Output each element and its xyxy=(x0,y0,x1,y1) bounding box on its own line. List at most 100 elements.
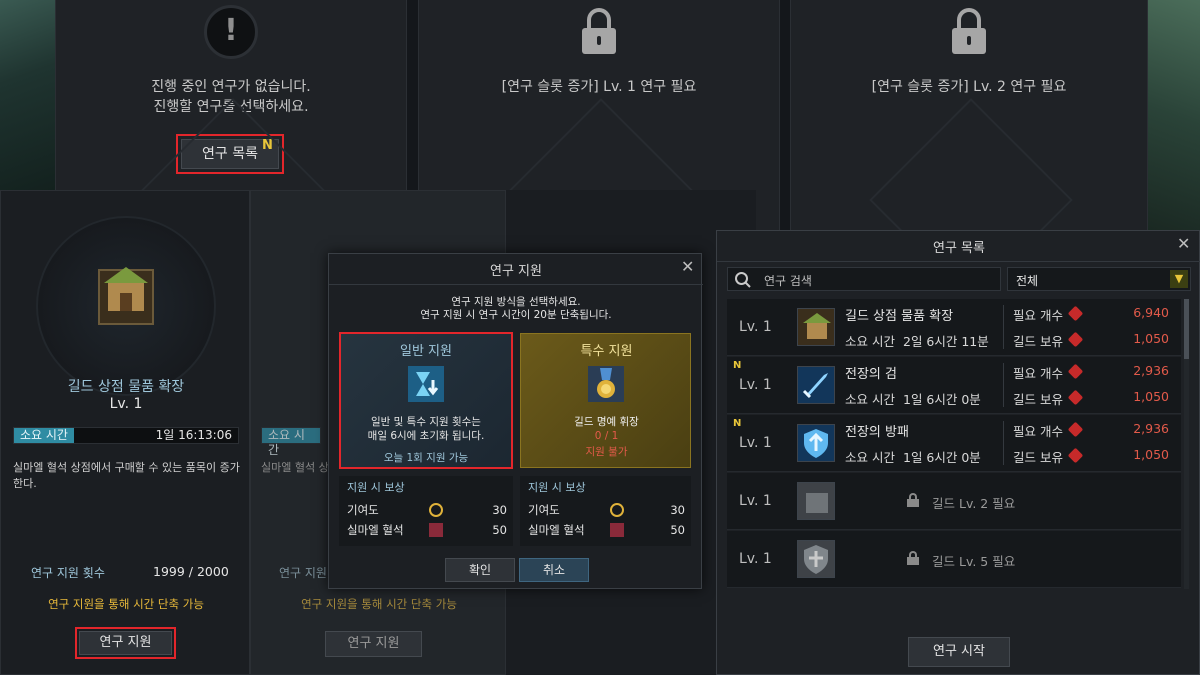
row-separator xyxy=(1003,363,1004,407)
special-support-status: 지원 불가 xyxy=(585,446,628,458)
research-list-button-highlight: 연구 목록 N xyxy=(176,134,284,174)
ghost-time-label: 소요 시간 xyxy=(262,428,320,457)
bloodstone-icon xyxy=(1067,363,1084,380)
ghost-support-button-label: 연구 지원 xyxy=(347,636,400,651)
list-title: 연구 목록 xyxy=(933,241,985,256)
lock-icon xyxy=(907,551,919,565)
special-support-option[interactable]: 특수 지원 길드 명예 휘장 0 / 1 지원 불가 xyxy=(520,333,691,468)
close-icon[interactable]: ✕ xyxy=(1177,234,1190,253)
research-row[interactable]: Lv. 1 길드 상점 물품 확장 소요 시간 2일 6시간 11분 필요 개수… xyxy=(727,299,1181,356)
reward-header: 지원 시 보상 xyxy=(528,481,586,494)
search-placeholder: 연구 검색 xyxy=(764,274,812,288)
shield-cross-icon xyxy=(797,540,835,578)
own-value: 1,050 xyxy=(1133,447,1169,462)
support-count-label: 연구 지원 횟수 xyxy=(31,566,105,580)
row-level: Lv. 1 xyxy=(739,551,772,567)
special-support-item: 길드 명예 휘장 xyxy=(574,416,639,428)
req-value: 2,936 xyxy=(1133,421,1169,436)
reward-label: 실마엘 혈석 xyxy=(347,523,404,537)
guild-shop-icon xyxy=(98,267,154,325)
row-time-value: 2일 6시간 11분 xyxy=(903,334,989,349)
research-row[interactable]: N Lv. 1 전장의 검 소요 시간 1일 6시간 0분 필요 개수 2,93… xyxy=(727,357,1181,414)
row-time-value: 1일 6시간 0분 xyxy=(903,392,981,407)
background-scenery-left xyxy=(0,0,55,190)
row-name: 전장의 검 xyxy=(845,367,897,382)
special-support-title: 특수 지원 xyxy=(580,344,633,359)
bloodstone-icon xyxy=(1067,389,1084,406)
divider xyxy=(717,261,1200,262)
slot-empty-line1: 진행 중인 연구가 없습니다. xyxy=(151,79,311,95)
research-list-button[interactable]: 연구 목록 xyxy=(181,139,279,169)
list-scrollbar[interactable] xyxy=(1184,299,1189,589)
ghost-support-button[interactable]: 연구 지원 xyxy=(325,631,422,657)
shield-icon xyxy=(797,424,835,462)
reward-label: 기여도 xyxy=(528,503,560,517)
research-rows: Lv. 1 길드 상점 물품 확장 소요 시간 2일 6시간 11분 필요 개수… xyxy=(727,299,1181,589)
row-level: Lv. 1 xyxy=(739,377,772,393)
dialog-intro-2: 연구 지원 시 연구 시간이 20분 단축됩니다. xyxy=(420,309,612,321)
lock-icon xyxy=(952,8,986,54)
own-value: 1,050 xyxy=(1133,389,1169,404)
own-label: 길드 보유 xyxy=(1013,392,1063,407)
close-icon[interactable]: ✕ xyxy=(681,257,694,276)
start-research-button[interactable]: 연구 시작 xyxy=(908,637,1010,667)
row-time-label: 소요 시간 xyxy=(845,450,895,465)
confirm-button[interactable]: 확인 xyxy=(445,558,515,582)
row-level: Lv. 1 xyxy=(739,493,772,509)
new-badge: N xyxy=(733,418,742,429)
row-time-value: 1일 6시간 0분 xyxy=(903,450,981,465)
ghost-time-bar: 소요 시간 xyxy=(261,427,321,457)
row-time-label: 소요 시간 xyxy=(845,334,895,349)
reward-header: 지원 시 보상 xyxy=(347,481,405,494)
reward-value: 30 xyxy=(670,503,685,517)
normal-support-title: 일반 지원 xyxy=(400,344,452,359)
row-level: Lv. 1 xyxy=(739,319,772,335)
divider xyxy=(329,284,703,285)
slot-locked-text: [연구 슬롯 증가] Lv. 2 연구 필요 xyxy=(871,79,1067,95)
new-badge: N xyxy=(733,360,742,371)
req-label: 필요 개수 xyxy=(1013,366,1063,381)
reward-row: 실마엘 혈석 50 xyxy=(528,520,685,540)
reward-label: 실마엘 혈석 xyxy=(528,523,585,537)
contribution-icon xyxy=(610,503,624,517)
support-button[interactable]: 연구 지원 xyxy=(79,631,172,655)
background-scenery-right xyxy=(1148,0,1200,232)
row-level: Lv. 1 xyxy=(739,435,772,451)
support-count-value: 1999 / 2000 xyxy=(153,564,229,579)
research-name: 길드 상점 물품 확장 xyxy=(67,379,185,395)
guild-shop-icon xyxy=(797,308,835,346)
research-row[interactable]: N Lv. 1 전장의 방패 소요 시간 1일 6시간 0분 필요 개수 2,9… xyxy=(727,415,1181,472)
medal-icon xyxy=(584,362,628,406)
req-value: 2,936 xyxy=(1133,363,1169,378)
row-separator xyxy=(1003,421,1004,465)
special-reward-box: 지원 시 보상 기여도 30 실마엘 혈석 50 xyxy=(520,476,691,546)
cancel-button[interactable]: 취소 xyxy=(519,558,589,582)
ghost-support-notice: 연구 지원을 통해 시간 단축 가능 xyxy=(301,597,457,611)
row-locked-text: 길드 Lv. 2 필요 xyxy=(932,496,1016,511)
support-button-highlight: 연구 지원 xyxy=(75,627,176,659)
chevron-down-icon[interactable]: ▼ xyxy=(1170,270,1188,288)
research-list-button-label: 연구 목록 xyxy=(202,146,258,162)
cancel-button-label: 취소 xyxy=(542,563,566,577)
time-bar: 소요 시간 1일 16:13:06 xyxy=(13,427,239,444)
research-row-locked[interactable]: Lv. 1 길드 Lv. 2 필요 xyxy=(727,473,1181,530)
normal-support-option[interactable]: 일반 지원 일반 및 특수 지원 횟수는 매일 6시에 초기화 됩니다. 오늘 … xyxy=(339,332,513,469)
own-label: 길드 보유 xyxy=(1013,334,1063,349)
normal-reward-box: 지원 시 보상 기여도 30 실마엘 혈석 50 xyxy=(339,476,513,546)
research-detail-panel: 길드 상점 물품 확장 Lv. 1 소요 시간 1일 16:13:06 실마엘 … xyxy=(0,190,250,675)
scrollbar-thumb[interactable] xyxy=(1184,299,1189,359)
support-button-label: 연구 지원 xyxy=(99,635,152,650)
filter-select[interactable]: 전체 ▼ xyxy=(1007,267,1191,291)
lock-icon xyxy=(582,8,616,54)
normal-support-desc-2: 매일 6시에 초기화 됩니다. xyxy=(367,430,485,442)
dialog-title: 연구 지원 xyxy=(490,264,542,279)
search-input[interactable]: 연구 검색 xyxy=(727,267,1001,291)
research-level: Lv. 1 xyxy=(109,396,143,412)
row-time-label: 소요 시간 xyxy=(845,392,895,407)
normal-support-available: 오늘 1회 지원 가능 xyxy=(383,452,469,464)
reward-row: 실마엘 혈석 50 xyxy=(347,520,507,540)
row-separator xyxy=(1003,305,1004,349)
research-row-locked[interactable]: Lv. 1 길드 Lv. 5 필요 xyxy=(727,531,1181,588)
bloodstone-icon xyxy=(1067,331,1084,348)
bloodstone-icon xyxy=(1067,421,1084,438)
